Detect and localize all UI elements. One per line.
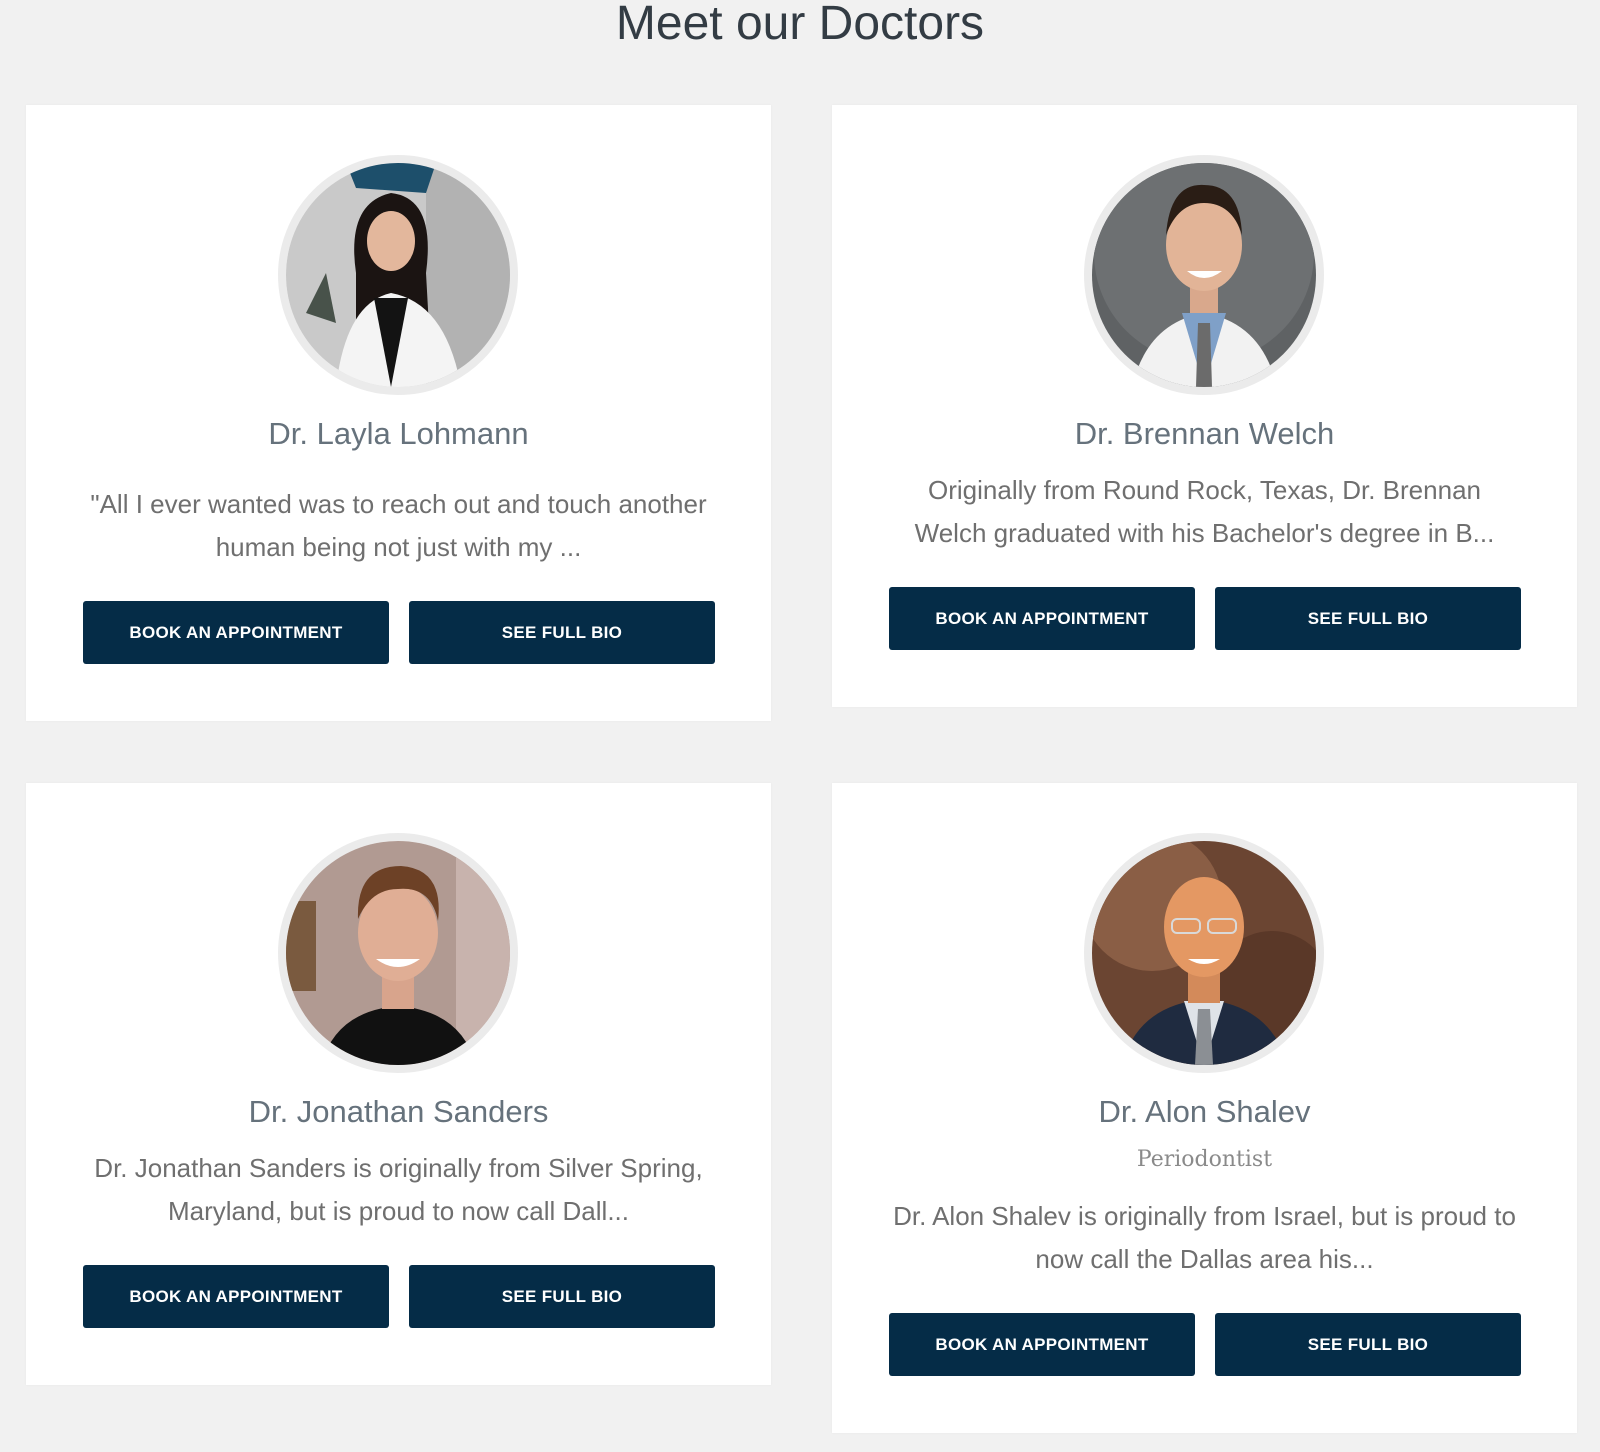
doctor-photo — [1084, 833, 1324, 1073]
see-full-bio-button[interactable]: SEE FULL BIO — [409, 601, 715, 664]
doctor-card-alon-shalev: Dr. Alon Shalev Periodontist Dr. Alon Sh… — [832, 783, 1577, 1433]
doctor-name: Dr. Alon Shalev — [1098, 1094, 1311, 1129]
doctor-card-jonathan-sanders: Dr. Jonathan Sanders Dr. Jonathan Sander… — [26, 783, 771, 1385]
doctor-photo — [278, 833, 518, 1073]
doctor-photo — [1084, 155, 1324, 395]
page-title: Meet our Doctors — [615, 0, 985, 50]
book-appointment-button[interactable]: BOOK AN APPOINTMENT — [889, 587, 1195, 650]
doctor-card-layla-lohmann: Dr. Layla Lohmann "All I ever wanted was… — [26, 105, 771, 721]
doctor-card-brennan-welch: Dr. Brennan Welch Originally from Round … — [832, 105, 1577, 707]
doctor-bio: Dr. Jonathan Sanders is originally from … — [94, 1153, 703, 1226]
see-full-bio-button[interactable]: SEE FULL BIO — [1215, 587, 1521, 650]
doctor-bio: "All I ever wanted was to reach out and … — [90, 489, 707, 562]
doctor-name: Dr. Jonathan Sanders — [248, 1094, 549, 1129]
book-appointment-button[interactable]: BOOK AN APPOINTMENT — [83, 1265, 389, 1328]
book-appointment-button[interactable]: BOOK AN APPOINTMENT — [889, 1313, 1195, 1376]
see-full-bio-button[interactable]: SEE FULL BIO — [409, 1265, 715, 1328]
doctor-bio: Originally from Round Rock, Texas, Dr. B… — [914, 475, 1495, 548]
see-full-bio-button[interactable]: SEE FULL BIO — [1215, 1313, 1521, 1376]
doctor-specialty: Periodontist — [1136, 1147, 1273, 1172]
book-appointment-button[interactable]: BOOK AN APPOINTMENT — [83, 601, 389, 664]
doctor-photo — [278, 155, 518, 395]
doctor-name: Dr. Brennan Welch — [1074, 416, 1335, 451]
doctor-name: Dr. Layla Lohmann — [268, 416, 529, 451]
doctor-bio: Dr. Alon Shalev is originally from Israe… — [893, 1201, 1516, 1274]
